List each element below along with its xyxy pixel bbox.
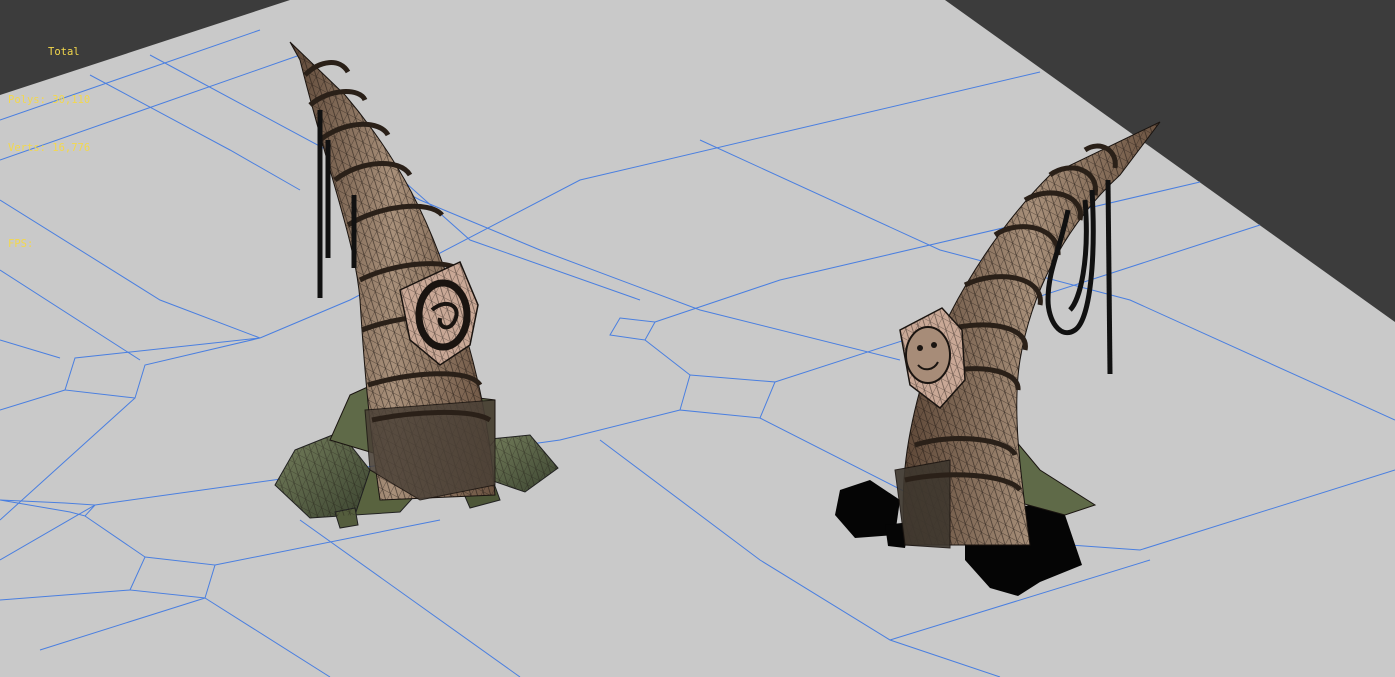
scene-canvas[interactable]	[0, 0, 1395, 677]
ground-plane[interactable]	[0, 0, 1395, 677]
3d-viewport[interactable]: Total Polys: 30,110 Verts: 16,776 FPS:	[0, 0, 1395, 677]
